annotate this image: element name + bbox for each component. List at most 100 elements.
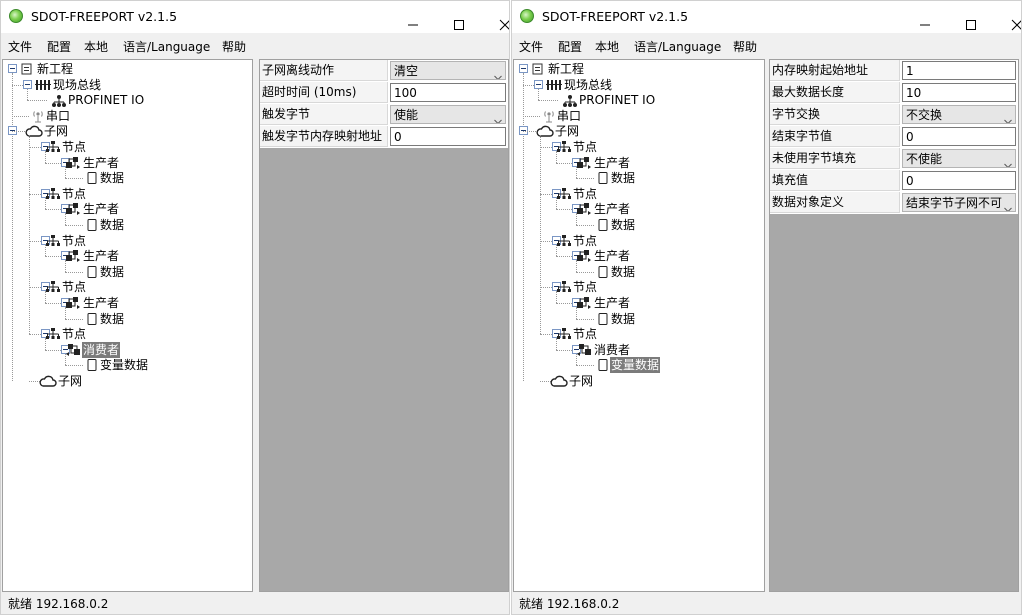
minimize-button[interactable] [885, 1, 931, 31]
property-input[interactable]: 10 [902, 83, 1016, 102]
tree-item-data[interactable]: 数据 [610, 170, 636, 186]
tree-item-consumer[interactable]: 消费者 [593, 342, 631, 358]
property-value: 0 [394, 130, 402, 144]
collapse-toggle[interactable] [8, 64, 17, 73]
tree-connector [65, 353, 66, 366]
menu-item[interactable]: 帮助 [222, 38, 246, 55]
tree-item-node[interactable]: 节点 [61, 186, 87, 202]
property-input[interactable]: 0 [390, 127, 506, 146]
tree-item-producer[interactable]: 生产者 [82, 155, 120, 171]
property-input[interactable]: 0 [902, 127, 1016, 146]
tree-item-serial[interactable]: 串口 [556, 108, 582, 124]
tree-connector [65, 260, 66, 272]
tree-connector [65, 213, 66, 225]
tree-connector [576, 365, 594, 367]
tree-item-consumer[interactable]: 消费者 [82, 341, 121, 358]
producer-icon [65, 249, 81, 263]
fieldbus-icon [35, 78, 51, 92]
node-tree-icon [556, 234, 572, 248]
menu-item[interactable]: 语言/Language [123, 38, 210, 55]
collapse-toggle[interactable] [519, 64, 528, 73]
tree-connector [576, 178, 594, 180]
tree-item-data[interactable]: 数据 [99, 311, 125, 327]
tree-item-producer[interactable]: 生产者 [82, 248, 120, 264]
tree-item-subnet[interactable]: 子网 [568, 373, 594, 389]
tree-item-fieldbus[interactable]: 现场总线 [563, 77, 613, 93]
property-input[interactable]: 1 [902, 61, 1016, 80]
collapse-toggle[interactable] [23, 79, 32, 89]
tree-item-node[interactable]: 节点 [572, 186, 598, 202]
tree-item-profinet[interactable]: PROFINET IO [578, 92, 656, 108]
minimize-button[interactable] [373, 1, 419, 31]
tree-item-producer[interactable]: 生产者 [82, 295, 120, 311]
tree-item-producer[interactable]: 生产者 [593, 295, 631, 311]
menu-item[interactable]: 语言/Language [634, 38, 721, 55]
app-icon [9, 9, 23, 23]
tree-connector [576, 166, 577, 179]
maximize-button[interactable] [419, 1, 465, 31]
tree-item-data[interactable]: 数据 [99, 170, 125, 186]
menu-item[interactable]: 帮助 [733, 38, 757, 55]
tree-connector [27, 100, 47, 102]
tree-item-project[interactable]: 新工程 [547, 61, 585, 77]
property-dropdown[interactable]: 不使能 [902, 149, 1016, 168]
property-input[interactable]: 100 [390, 83, 506, 102]
tree-item-node[interactable]: 节点 [572, 233, 598, 249]
tree-item-subnet[interactable]: 子网 [43, 123, 69, 139]
tree-item-subnet[interactable]: 子网 [554, 123, 580, 139]
property-row: 内存映射起始地址 1 [770, 60, 1018, 82]
property-row: 字节交换 不交换 [770, 104, 1018, 126]
property-dropdown[interactable]: 不交换 [902, 105, 1016, 124]
tree-item-producer[interactable]: 生产者 [593, 155, 631, 171]
tree-item-producer[interactable]: 生产者 [593, 248, 631, 264]
cloud-icon [25, 124, 43, 138]
project-tree[interactable]: 新工程 现场总线 PROFINET IO 串口 子网 节点 生产者 数据 节点 生产者 数据 节点 生产… [2, 59, 253, 592]
tree-item-data[interactable]: 数据 [99, 264, 125, 280]
tree-item-data[interactable]: 数据 [610, 311, 636, 327]
collapse-toggle[interactable] [534, 79, 543, 89]
tree-item-serial[interactable]: 串口 [45, 108, 71, 124]
menu-item[interactable]: 本地 [595, 38, 619, 55]
tree-item-subnet[interactable]: 子网 [57, 373, 83, 389]
close-button[interactable] [465, 1, 509, 31]
tree-item-profinet[interactable]: PROFINET IO [67, 92, 145, 108]
tree-item-data[interactable]: 数据 [610, 217, 636, 233]
tree-connector [576, 225, 594, 226]
tree-item-producer[interactable]: 生产者 [593, 201, 631, 217]
property-row: 最大数据长度 10 [770, 82, 1018, 104]
tree-item-project[interactable]: 新工程 [36, 61, 74, 77]
tree-item-node[interactable]: 节点 [61, 326, 87, 342]
property-name: 结束字节值 [770, 126, 900, 147]
property-dropdown[interactable]: 清空 [390, 61, 506, 80]
tree-item-node[interactable]: 节点 [61, 233, 87, 249]
property-grid: 子网离线动作 清空 超时时间 (10ms) 100 触发字节 使能 触发字节内存映射地址 0 [259, 59, 509, 592]
property-value: 0 [906, 130, 914, 144]
project-tree[interactable]: 新工程 现场总线 PROFINET IO 串口 子网 节点 生产者 数据 节点 生产者 数据 节点 生产… [513, 59, 765, 592]
menu-item[interactable]: 文件 [519, 38, 543, 55]
antenna-icon [30, 109, 46, 123]
tree-item-node[interactable]: 节点 [572, 139, 598, 155]
tree-item-variable-data[interactable]: 变量数据 [610, 357, 661, 374]
producer-icon [576, 296, 592, 310]
menu-item[interactable]: 文件 [8, 38, 32, 55]
menu-item[interactable]: 配置 [558, 38, 582, 55]
tree-item-data[interactable]: 数据 [610, 264, 636, 280]
tree-item-node[interactable]: 节点 [61, 279, 87, 295]
tree-item-variable-data[interactable]: 变量数据 [99, 357, 149, 373]
tree-item-data[interactable]: 数据 [99, 217, 125, 233]
close-button[interactable] [977, 1, 1021, 31]
property-dropdown[interactable]: 结束字节子网不可 [902, 193, 1016, 212]
property-dropdown[interactable]: 使能 [390, 105, 506, 124]
status-text: 就绪 192.168.0.2 [519, 597, 620, 611]
tree-item-fieldbus[interactable]: 现场总线 [52, 77, 102, 93]
tree-item-node[interactable]: 节点 [572, 279, 598, 295]
node-tree-icon [556, 280, 572, 294]
tree-item-producer[interactable]: 生产者 [82, 201, 120, 217]
property-input[interactable]: 0 [902, 171, 1016, 190]
menu-item[interactable]: 本地 [84, 38, 108, 55]
tree-item-node[interactable]: 节点 [61, 139, 87, 155]
property-row: 触发字节内存映射地址 0 [260, 126, 508, 148]
tree-item-node[interactable]: 节点 [572, 326, 598, 342]
maximize-button[interactable] [931, 1, 977, 31]
menu-item[interactable]: 配置 [47, 38, 71, 55]
